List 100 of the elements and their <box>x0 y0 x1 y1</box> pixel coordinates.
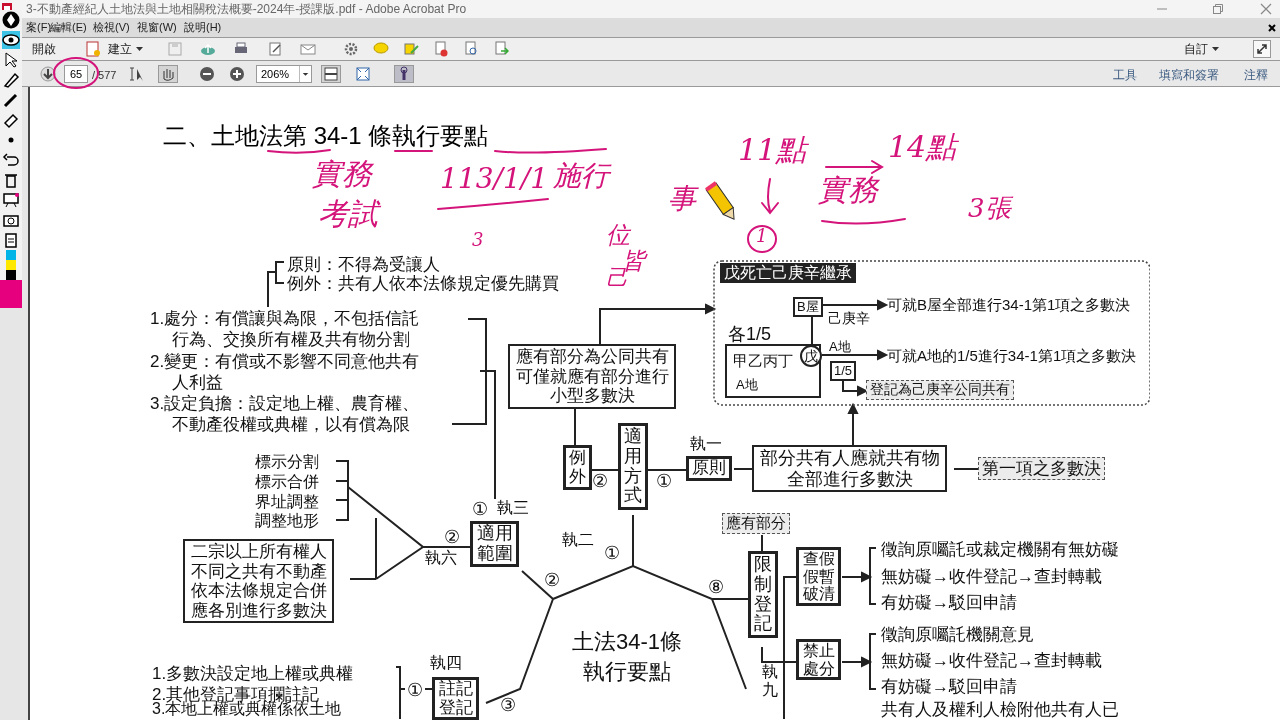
diagram-text: 無妨礙→收件登記→查封轉載 <box>881 566 1102 588</box>
fit-page-icon[interactable] <box>321 65 341 83</box>
diagram-text: 可就B屋全部進行34-1第1項之多數決 <box>887 296 1131 315</box>
remove-document-icon[interactable] <box>433 41 449 57</box>
diagram-text: ② <box>444 526 460 549</box>
pen-icon[interactable] <box>2 11 20 29</box>
diagram-text: 己庚辛 <box>828 310 870 328</box>
diagram-text: 無妨礙→收件登記→查封轉載 <box>881 650 1102 672</box>
diagram-text: 例外：共有人依本法條規定優先購買 <box>287 273 559 295</box>
eraser-icon[interactable] <box>2 111 20 129</box>
diagram-text: ① <box>407 679 423 702</box>
diagram-text: 界址調整 <box>255 492 319 512</box>
gear-icon[interactable] <box>343 41 359 57</box>
handwritten-note: 3 <box>472 231 484 249</box>
diagram-box: 部分共有人應就共有物全部進行多數決 <box>752 445 947 493</box>
document-icon <box>86 41 100 57</box>
restore-icon[interactable] <box>1212 3 1224 15</box>
diagram-text: 徵詢原囑託機關意見 <box>881 624 1034 646</box>
clipboard-icon[interactable] <box>2 231 20 249</box>
pane-tab[interactable]: 填寫和簽署 <box>1159 66 1219 84</box>
zoom-in-icon[interactable] <box>229 66 245 82</box>
pane-tab[interactable]: 注釋 <box>1244 66 1268 84</box>
full-screen-icon[interactable] <box>355 66 371 82</box>
diagram-text: 行為、交換所有權及共有物分割 <box>172 329 410 351</box>
diagram-box: 適用方式 <box>618 423 648 511</box>
diagram-text: A地 <box>829 339 851 356</box>
handwritten-note: 實務 <box>312 159 372 189</box>
diagram-text: ① <box>604 542 620 565</box>
create-dropdown[interactable]: 建立 <box>104 40 147 58</box>
menu-item[interactable]: 視窗(W) <box>137 19 177 36</box>
diagram-box: 應有部分為公同共有可僅就應有部分進行小型多數決 <box>508 344 676 409</box>
heading-label: 戊死亡己庚辛繼承 <box>720 263 856 283</box>
diagram-box: 查假假暫破清 <box>796 547 841 606</box>
undo-icon[interactable] <box>2 151 20 169</box>
color-swatch[interactable] <box>6 250 16 260</box>
diagram-box: 原則 <box>686 456 732 481</box>
caret-icon <box>299 66 311 82</box>
eye-icon[interactable] <box>2 31 20 49</box>
diagram-text: ① <box>472 498 488 521</box>
ink-circle <box>52 56 100 90</box>
diagram-text: 有妨礙→駁回申請 <box>881 592 1017 614</box>
diagram-text: 徵詢原囑託或裁定機關有無妨礙 <box>881 539 1119 561</box>
highlighter-icon[interactable] <box>2 71 20 89</box>
diagram-text: 1.多數決設定地上權或典權 <box>152 663 354 685</box>
edit-document-icon[interactable] <box>267 41 283 57</box>
diagram-text: 不動產役權或典權，以有償為限 <box>172 414 410 436</box>
diagram-box: 1/5 <box>830 361 857 382</box>
zoom-out-icon[interactable] <box>199 66 215 82</box>
diagram-text: 執四 <box>430 653 462 673</box>
open-button[interactable]: 開啟 <box>28 40 60 58</box>
search-document-icon[interactable] <box>463 41 479 57</box>
diagram-text: 人利益 <box>172 372 223 394</box>
hand-icon[interactable] <box>158 65 178 83</box>
diagram-text: 3.設定負擔：設定地上權、農育權、 <box>150 393 420 415</box>
menu-item[interactable]: 說明(H) <box>184 19 222 36</box>
center-title: 土法34-1條執行要點 <box>570 628 683 687</box>
diagram-text: 甲乙丙丁 <box>733 352 793 371</box>
customize-dropdown[interactable]: 自訂 <box>1184 40 1219 58</box>
diagram-text: A地 <box>736 377 758 394</box>
diagram-text: 執一 <box>690 434 722 454</box>
diagram-text: 1.處分：有償讓與為限，不包括信託 <box>150 308 420 330</box>
diagram-text: 標示合併 <box>255 472 319 492</box>
dashed-label: 應有部分 <box>722 513 790 534</box>
highlight-text-icon[interactable] <box>403 41 419 57</box>
circled-label: 戊 <box>800 345 822 367</box>
handwritten-note: 14點 <box>888 132 957 162</box>
window-title: 3-不動產經紀人土地法與土地相關稅法概要-2024年-授課版.pdf - Adobe Acrobat Pro <box>26 1 467 18</box>
zoom-field[interactable]: 206% <box>256 65 312 83</box>
diagram-text: 原則：不得為受讓人 <box>287 254 440 275</box>
pane-tab[interactable]: 工具 <box>1113 66 1137 84</box>
handwritten-note: 實務 <box>818 175 878 205</box>
down-arrow-icon[interactable] <box>40 66 56 82</box>
color-swatch[interactable] <box>6 270 16 280</box>
whiteboard-icon[interactable] <box>2 191 20 209</box>
envelope-icon[interactable] <box>300 41 316 57</box>
color-swatch[interactable] <box>6 260 16 270</box>
handwritten-note: 113/1/1 <box>440 165 548 193</box>
handwritten-note: 位 <box>606 223 630 247</box>
diagram-text: 標示分割 <box>255 452 319 472</box>
dashed-label: 登記為己庚辛公同共有 <box>866 380 1014 400</box>
trash-icon[interactable] <box>2 171 20 189</box>
diagram-box: 例外 <box>563 445 592 491</box>
menu-item[interactable]: 案(F) <box>26 19 52 36</box>
menu-item[interactable]: 編輯(E) <box>50 19 87 36</box>
color-swatch[interactable] <box>0 280 22 308</box>
diagram-text: 調整地形 <box>255 511 319 531</box>
menu-item[interactable]: 檢視(V) <box>93 19 130 36</box>
diagram-box: 二宗以上所有權人不同之共有不動產依本法條規定合併應各別進行多數決 <box>183 539 334 624</box>
diagram-text: ③ <box>500 694 516 717</box>
marker-icon[interactable] <box>2 91 20 109</box>
caret-icon <box>1212 47 1219 51</box>
diagram-text: ② <box>592 470 608 493</box>
diagram-text: ② <box>544 569 560 592</box>
diagram-text: 共有人及權利人檢附他共有人已 <box>881 699 1119 720</box>
expand-icon[interactable] <box>1253 40 1271 58</box>
export-document-icon[interactable] <box>493 41 509 57</box>
page-number-field[interactable]: 65 <box>64 65 88 83</box>
handwritten-note: 11點 <box>738 135 807 165</box>
pointer-icon[interactable] <box>2 51 20 69</box>
close-icon[interactable] <box>1268 24 1276 32</box>
